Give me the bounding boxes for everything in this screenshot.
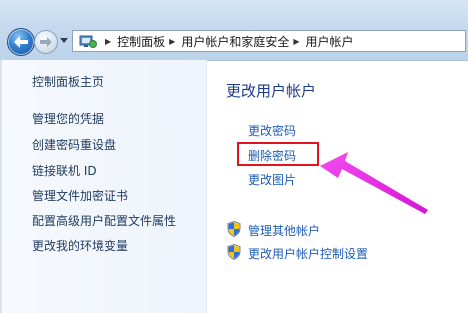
sidebar-item-environment-variables[interactable]: 更改我的环境变量 (32, 237, 128, 254)
chevron-right-icon[interactable]: ▶ (293, 37, 299, 46)
forward-arrow-icon (40, 37, 52, 47)
annotation-arrow-icon (320, 152, 428, 214)
back-arrow-icon (14, 36, 28, 48)
chevron-right-icon[interactable]: ▶ (169, 37, 175, 46)
highlight-box (237, 142, 319, 166)
control-panel-icon (79, 35, 97, 48)
uac-shield-icon (227, 244, 241, 260)
sidebar-item-advanced-profile-properties[interactable]: 配置高级用户配置文件属性 (32, 212, 176, 229)
sidebar-item-link-online-id[interactable]: 链接联机 ID (32, 162, 97, 179)
sidebar-item-manage-credentials[interactable]: 管理您的凭据 (32, 110, 104, 127)
recent-pages-dropdown-icon[interactable] (59, 35, 69, 45)
breadcrumb-user-accounts[interactable]: 用户帐户 (306, 33, 354, 50)
back-button[interactable] (7, 28, 35, 56)
breadcrumb-control-panel[interactable]: 控制面板 (117, 33, 165, 50)
uac-shield-icon (227, 221, 241, 237)
forward-button[interactable] (34, 30, 58, 54)
sidebar-item-control-panel-home[interactable]: 控制面板主页 (32, 73, 104, 90)
task-pane: 控制面板主页 管理您的凭据 创建密码重设盘 链接联机 ID 管理文件加密证书 配… (2, 60, 207, 313)
address-bar[interactable]: ▶ 控制面板 ▶ 用户帐户和家庭安全 ▶ 用户帐户 (72, 30, 466, 52)
change-password-link[interactable]: 更改密码 (248, 122, 296, 139)
change-uac-settings-link[interactable]: 更改用户帐户控制设置 (248, 245, 368, 262)
page-title: 更改用户帐户 (226, 82, 317, 100)
chevron-right-icon[interactable]: ▶ (105, 37, 111, 46)
change-picture-link[interactable]: 更改图片 (248, 171, 296, 188)
sidebar-item-create-reset-disk[interactable]: 创建密码重设盘 (32, 136, 116, 153)
manage-other-accounts-link[interactable]: 管理其他帐户 (248, 222, 320, 239)
address-toolbar: ▶ 控制面板 ▶ 用户帐户和家庭安全 ▶ 用户帐户 (0, 0, 468, 61)
sidebar-item-manage-encryption-certs[interactable]: 管理文件加密证书 (32, 187, 128, 204)
breadcrumb-user-accounts-family-safety[interactable]: 用户帐户和家庭安全 (181, 33, 289, 50)
